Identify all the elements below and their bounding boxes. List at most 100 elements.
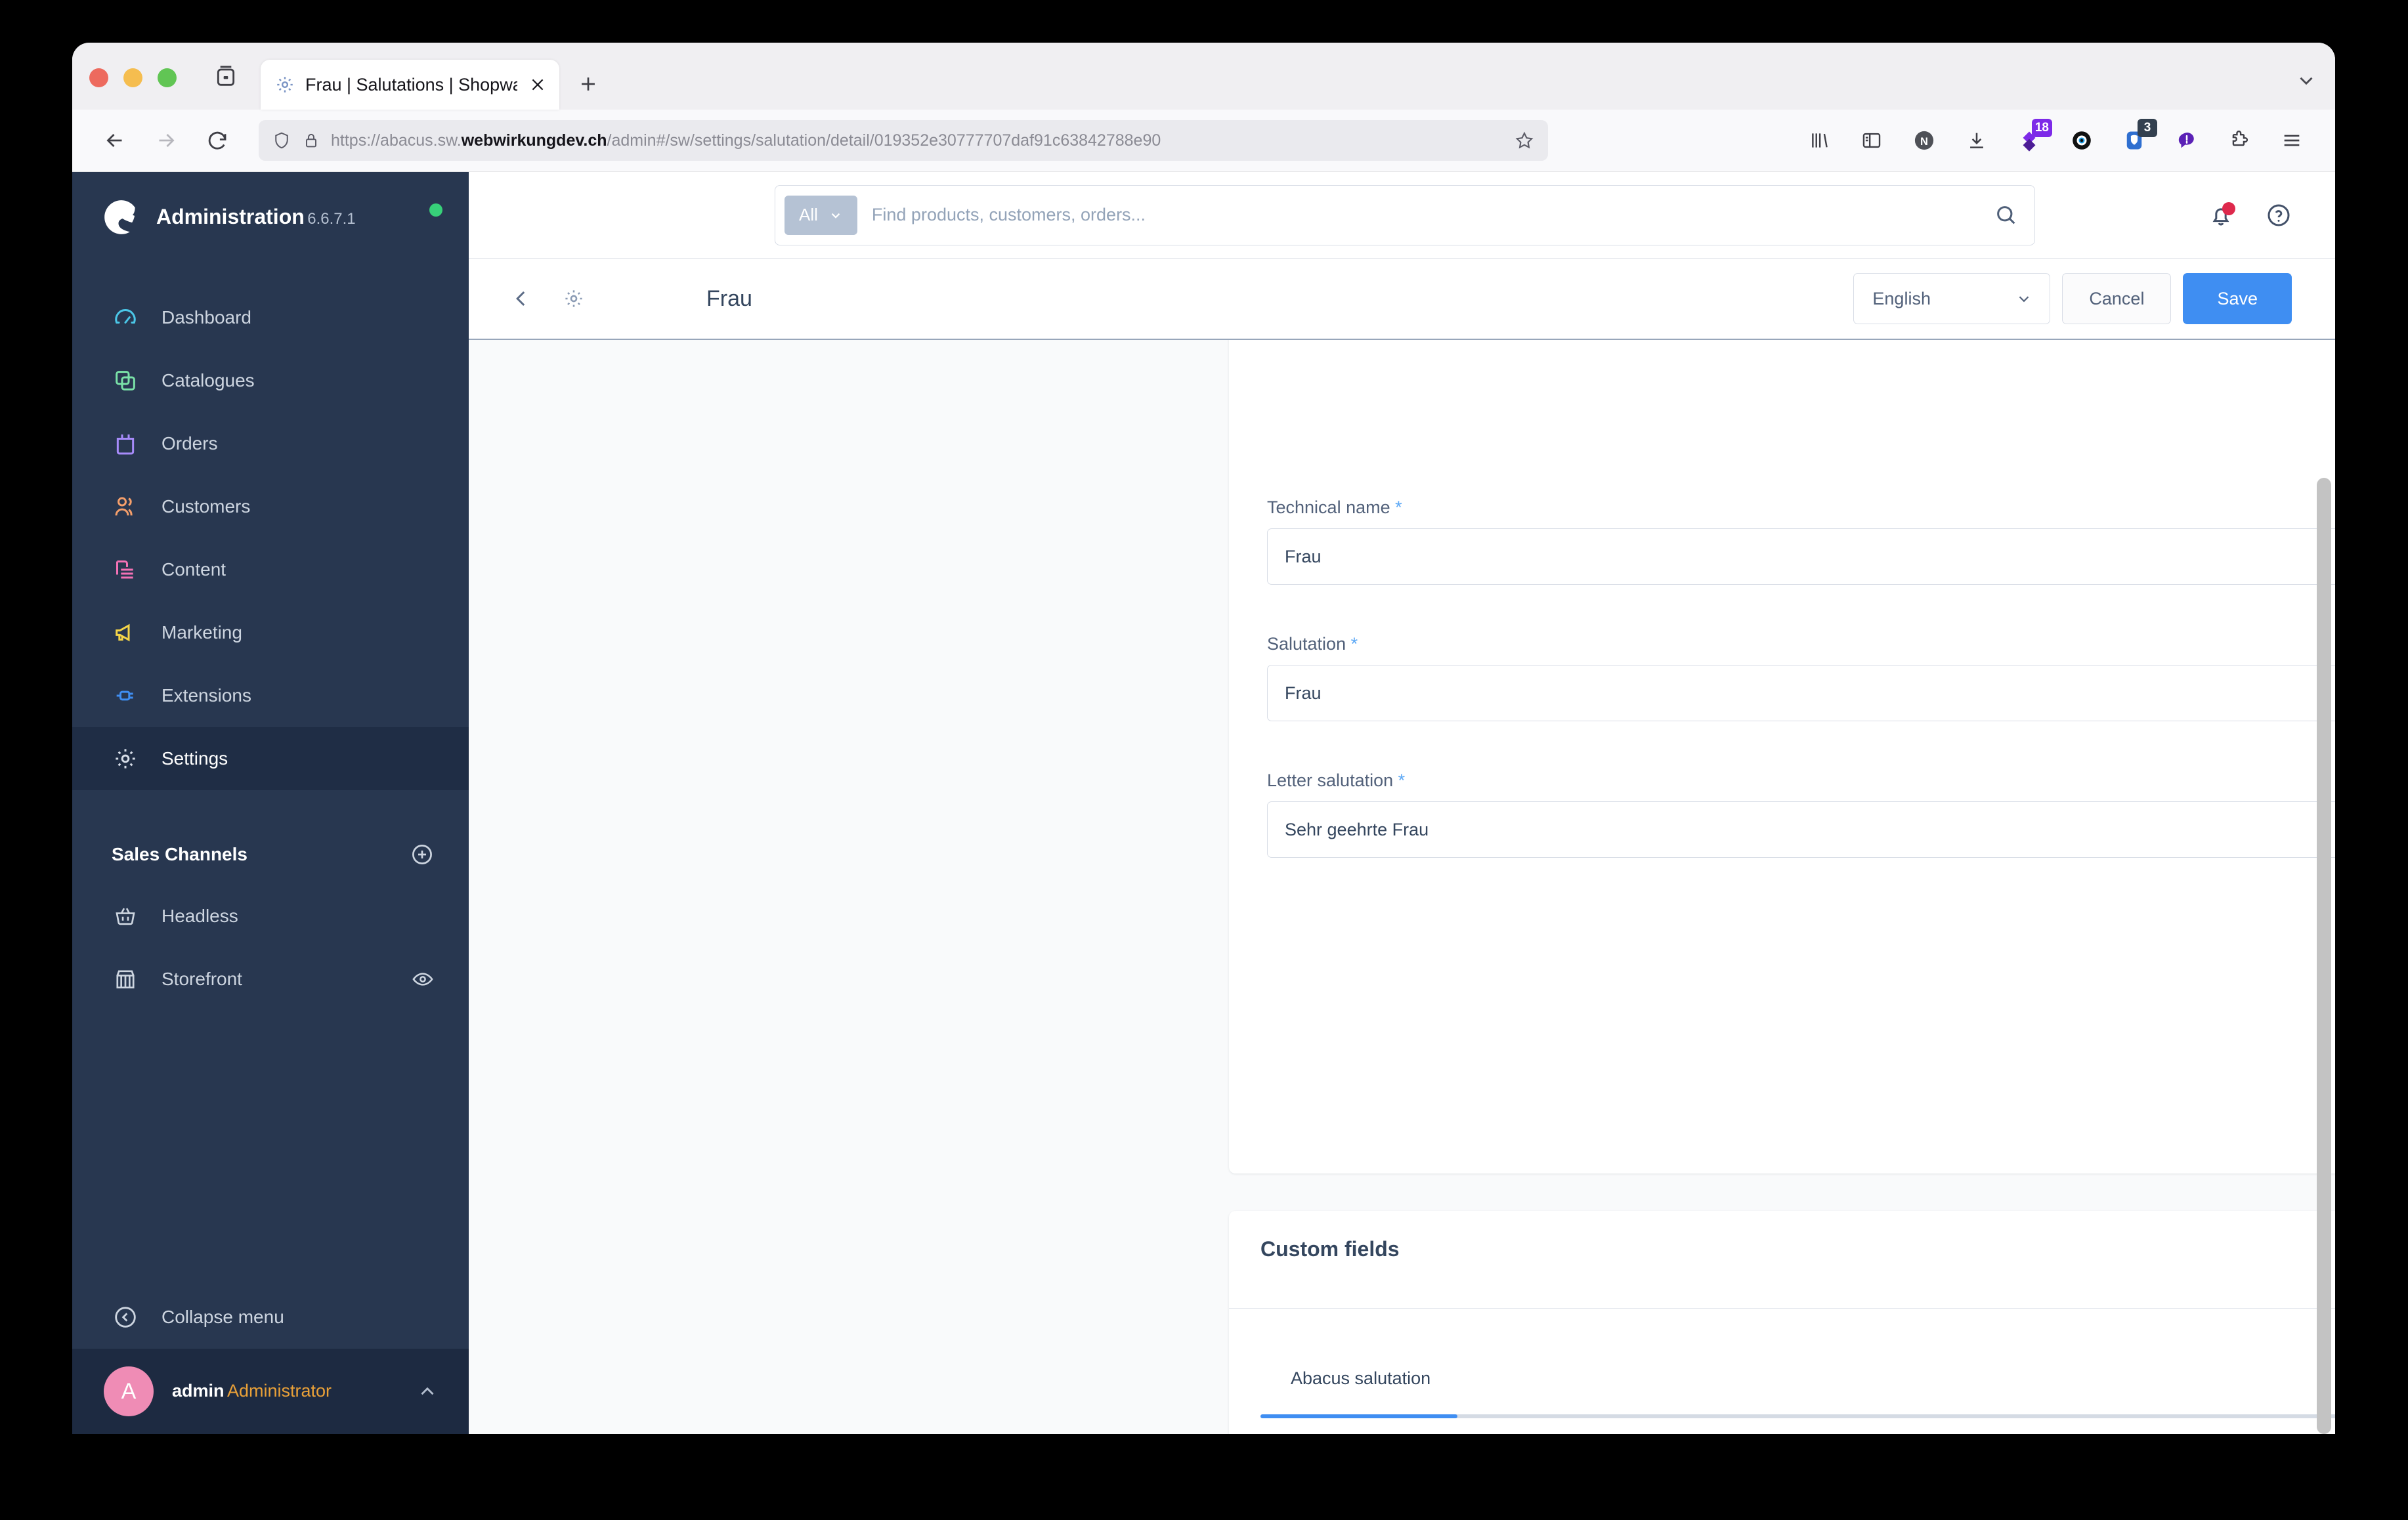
general-info-card: Technical name * ? Salutation * Letter s… [1229,340,2335,1173]
search-input[interactable] [871,205,1979,225]
sidebar-item-label: Marketing [161,622,242,643]
plug-icon [112,682,139,709]
page-settings-gear-icon[interactable] [557,282,591,316]
sidebar-item-orders[interactable]: Orders [72,412,469,475]
required-marker: * [1350,634,1358,654]
basket-icon [112,902,139,930]
active-tab-indicator [1260,1414,1457,1418]
notion-extension-icon[interactable]: N [1904,120,1945,161]
list-all-tabs-icon[interactable] [2287,61,2326,100]
content-scrollbar[interactable] [2317,340,2331,1434]
letter-salutation-input[interactable] [1267,801,2335,858]
sidebar-channel-headless[interactable]: Headless [72,885,469,948]
custom-fields-tabs: Abacus salutation [1260,1342,2335,1418]
page-header-actions: English Cancel Save [1853,273,2292,324]
maximize-window-button[interactable] [158,68,177,87]
field-letter-salutation: Letter salutation * [1267,771,2335,858]
reload-button[interactable] [197,120,238,161]
search-icon[interactable] [1994,203,2023,228]
downloads-icon[interactable] [1956,120,1997,161]
sidebar-item-extensions[interactable]: Extensions [72,664,469,727]
sidebar-channel-storefront[interactable]: Storefront [72,948,469,1011]
sidebar-item-catalogues[interactable]: Catalogues [72,349,469,412]
forward-button[interactable] [146,120,186,161]
tab-abacus-salutation[interactable]: Abacus salutation [1260,1342,1461,1414]
shield-icon[interactable] [272,131,291,150]
bookmark-star-icon[interactable] [1514,130,1535,151]
content-icon [112,556,139,583]
main-column: All Find products, customers, orders... … [469,172,2335,1434]
sidebar-item-label: Dashboard [161,307,251,327]
collapse-menu-button[interactable]: Collapse menu [72,1286,469,1349]
page-title: Frau [706,285,752,311]
help-icon[interactable] [2266,202,2292,228]
speech-bubble-extension-icon[interactable] [2166,120,2207,161]
cancel-button[interactable]: Cancel [2062,273,2172,324]
url-bar[interactable]: https://abacus.sw.webwirkungdev.ch/admin… [259,120,1548,161]
password-manager-extension-icon[interactable]: 3 [2114,119,2157,161]
sidebar-item-settings[interactable]: Settings [72,727,469,790]
eye-extension-icon[interactable] [2061,120,2102,161]
plus-circle-icon[interactable] [410,842,435,867]
eye-icon[interactable] [411,967,435,991]
search-scope-dropdown[interactable]: All [785,195,857,235]
browser-tab[interactable]: Frau | Salutations | Shopware Ad [261,60,559,110]
library-icon[interactable] [1799,120,1839,161]
sidebar-item-marketing[interactable]: Marketing [72,601,469,664]
collapse-menu-label: Collapse menu [161,1307,284,1327]
sidebar-nav: Dashboard Catalogues Orders Customers Co… [72,286,469,790]
sidebar-brand: Administration 6.6.7.1 [156,205,415,229]
firefox-view-icon[interactable] [211,61,241,91]
sidebar-header: Administration 6.6.7.1 [72,172,469,238]
app-topbar: All [469,172,2335,259]
page-header: Frau English Cancel Save [469,259,2335,340]
sidebar-channel-label: Storefront [161,969,242,989]
card-divider [1229,1308,2335,1309]
store-icon [112,965,139,993]
salutation-input[interactable] [1267,665,2335,721]
field-label-text: Letter salutation [1267,771,1394,790]
sidebar-title: Administration [156,205,305,229]
app-menu-icon[interactable] [2271,120,2312,161]
sidebar: Administration 6.6.7.1 Dashboard Catalog… [72,172,469,1434]
user-menu[interactable]: A admin Administrator [72,1349,469,1434]
sidebar-item-customers[interactable]: Customers [72,475,469,538]
new-tab-button[interactable] [569,64,608,104]
minimize-window-button[interactable] [123,68,142,87]
close-tab-icon[interactable] [527,74,549,96]
field-label-text: Salutation [1267,634,1346,654]
sidebar-item-label: Extensions [161,685,251,706]
language-select[interactable]: English [1853,273,2051,324]
user-name: admin [172,1381,225,1401]
technical-name-input[interactable] [1267,528,2335,585]
shopware-admin-app: Administration 6.6.7.1 Dashboard Catalog… [72,172,2335,1434]
field-salutation: Salutation * [1267,634,2335,721]
content-inner: Technical name * ? Salutation * Letter s… [469,340,2335,1434]
downloads-badge: 18 [2031,119,2052,137]
sidebar-toggle-icon[interactable] [1851,120,1892,161]
field-technical-name: Technical name * ? [1267,497,2335,585]
global-search[interactable]: All [775,184,2035,245]
sidebar-item-label: Customers [161,496,251,517]
extensions-puzzle-icon[interactable] [2219,120,2260,161]
sidebar-item-label: Orders [161,433,218,454]
browser-tab-strip: Frau | Salutations | Shopware Ad [72,43,2335,110]
users-icon [112,493,139,520]
back-button[interactable] [95,120,135,161]
download-manager-extension-icon[interactable]: 18 [2009,119,2052,161]
chevron-up-icon[interactable] [416,1380,439,1403]
user-role: Administrator [226,1381,332,1401]
save-button[interactable]: Save [2183,273,2292,324]
scrollbar-thumb[interactable] [2317,478,2331,1434]
notifications-bell-icon[interactable] [2208,201,2235,228]
content-scroll-area[interactable]: Technical name * ? Salutation * Letter s… [469,340,2335,1434]
close-window-button[interactable] [89,68,108,87]
sidebar-item-dashboard[interactable]: Dashboard [72,286,469,349]
lock-icon[interactable] [302,131,320,150]
sidebar-item-content[interactable]: Content [72,538,469,601]
field-label: Salutation * [1267,634,2335,654]
back-to-list-icon[interactable] [504,282,538,316]
browser-navigation-bar: https://abacus.sw.webwirkungdev.ch/admin… [72,110,2335,172]
layers-icon [112,367,139,394]
